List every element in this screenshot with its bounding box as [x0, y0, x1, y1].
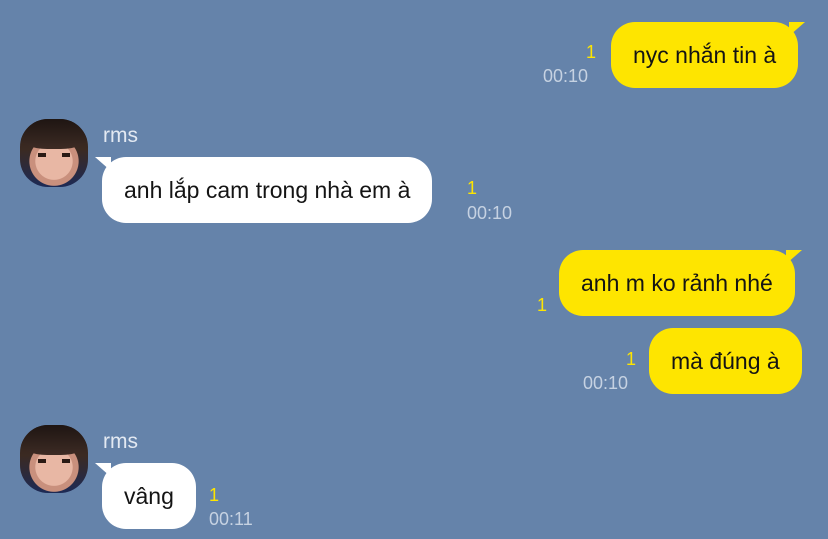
unread-count: 1 [537, 295, 548, 315]
message-bubble[interactable]: anh lắp cam trong nhà em à [94, 157, 433, 223]
avatar[interactable] [20, 425, 88, 493]
timestamp: 00:10 [543, 66, 589, 86]
timestamp: 00:10 [467, 203, 513, 223]
message-bubble[interactable]: nyc nhắn tin à [611, 22, 806, 88]
timestamp: 00:11 [209, 509, 253, 529]
sender-name: rms [103, 430, 138, 453]
unread-count: 1 [209, 485, 220, 505]
unread-count: 1 [586, 42, 597, 62]
avatar[interactable] [20, 119, 88, 187]
unread-count: 1 [626, 349, 637, 369]
timestamp: 00:10 [583, 373, 629, 393]
unread-count: 1 [467, 178, 478, 198]
message-bubble[interactable]: anh m ko rảnh nhé [559, 250, 802, 316]
message-bubble[interactable]: mà đúng à [649, 328, 802, 394]
message-bubble[interactable]: vâng [95, 463, 196, 529]
sender-name: rms [103, 124, 138, 147]
